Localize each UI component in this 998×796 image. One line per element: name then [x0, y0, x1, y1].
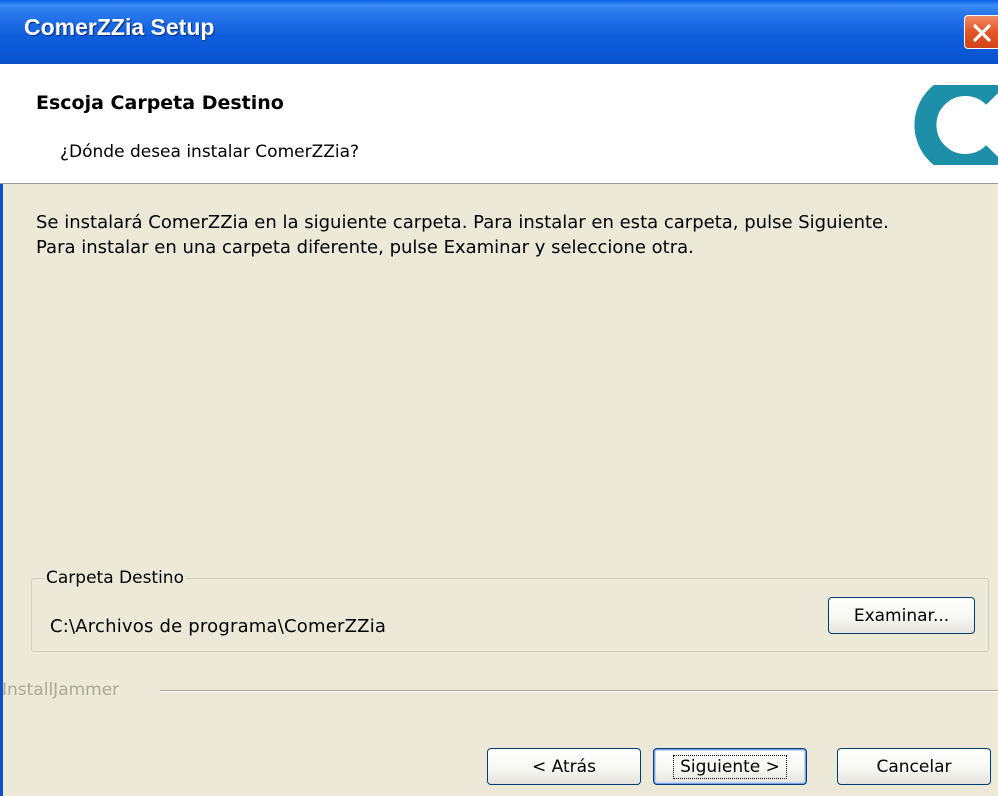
- title-bar[interactable]: ComerZZia Setup: [0, 0, 998, 64]
- page-subtitle: ¿Dónde desea instalar ComerZZia?: [60, 142, 360, 162]
- instructions-line-2: Para instalar en una carpeta diferente, …: [36, 237, 694, 258]
- back-button[interactable]: < Atrás: [487, 748, 641, 785]
- instructions-text: Se instalará ComerZZia en la siguiente c…: [36, 210, 889, 260]
- browse-button-label: Examinar...: [853, 605, 950, 626]
- instructions-line-1: Se instalará ComerZZia en la siguiente c…: [36, 212, 889, 233]
- installjammer-brand: InstallJammer: [2, 680, 120, 700]
- footer-divider: [160, 690, 998, 692]
- next-button-label: Siguiente >: [673, 754, 787, 779]
- close-button[interactable]: [964, 15, 998, 49]
- cancel-button[interactable]: Cancelar: [837, 748, 991, 785]
- back-button-label: < Atrás: [532, 756, 596, 777]
- comerzzia-c-logo-icon: [914, 85, 998, 165]
- next-button[interactable]: Siguiente >: [653, 748, 807, 785]
- browse-button[interactable]: Examinar...: [828, 597, 975, 634]
- page-title: Escoja Carpeta Destino: [36, 92, 284, 114]
- cancel-button-label: Cancelar: [876, 756, 952, 777]
- close-icon: [973, 24, 991, 42]
- destination-group-legend: Carpeta Destino: [44, 568, 186, 588]
- window-title: ComerZZia Setup: [24, 14, 215, 40]
- destination-path: C:\Archivos de programa\ComerZZia: [50, 616, 387, 637]
- header-panel: Escoja Carpeta Destino ¿Dónde desea inst…: [0, 64, 998, 184]
- setup-window: ComerZZia Setup Escoja Carpeta Destino ¿…: [0, 0, 998, 796]
